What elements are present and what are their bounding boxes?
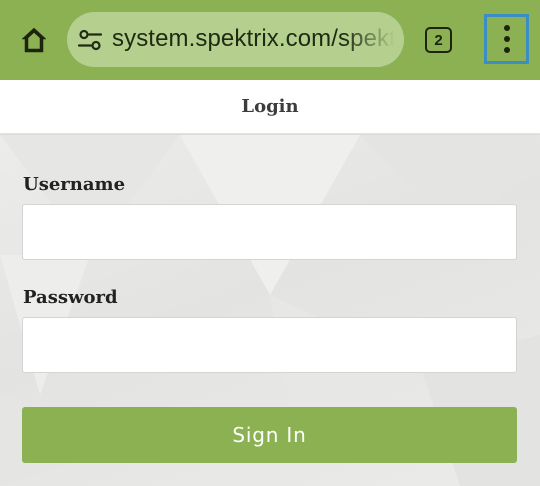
username-input[interactable] <box>22 204 517 260</box>
url-fade <box>344 12 404 67</box>
site-settings-icon[interactable] <box>77 27 103 53</box>
username-label: Username <box>23 174 126 195</box>
menu-dot <box>503 25 510 31</box>
page-header: Login <box>0 80 540 134</box>
tab-count: 2 <box>434 31 443 49</box>
home-icon <box>21 27 47 53</box>
sign-in-button[interactable]: Sign In <box>22 407 517 463</box>
menu-dot <box>503 36 510 42</box>
tab-switcher-button[interactable]: 2 <box>425 27 452 53</box>
address-bar[interactable]: system.spektrix.com/spektr <box>67 12 404 67</box>
password-label: Password <box>23 287 118 308</box>
menu-dot <box>503 47 510 53</box>
browser-toolbar: system.spektrix.com/spektr 2 <box>0 0 540 80</box>
home-button[interactable] <box>14 20 54 60</box>
page-title: Login <box>241 96 299 117</box>
password-input[interactable] <box>22 317 517 373</box>
more-vert-icon[interactable] <box>484 14 529 64</box>
